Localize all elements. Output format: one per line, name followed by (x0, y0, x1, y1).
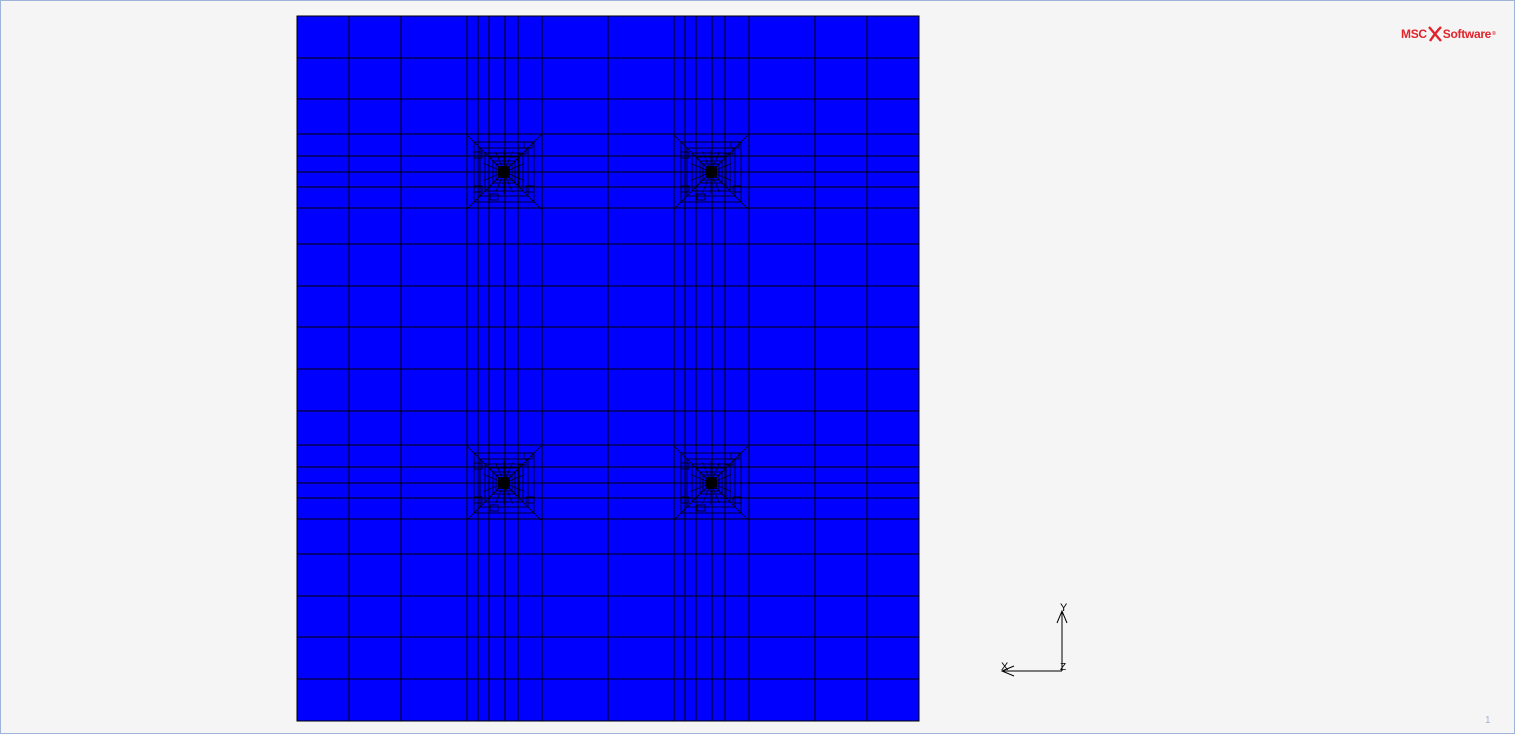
axis-triad: Y X Z (1000, 602, 1068, 677)
msc-software-logo: MSC Software ® (1401, 21, 1496, 47)
z-axis-label: Z (1060, 662, 1066, 673)
finite-element-mesh[interactable] (296, 15, 920, 722)
x-axis-label: X (1001, 661, 1009, 673)
graphics-viewport[interactable]: MSC Software ® Y X Z 1 (0, 0, 1515, 734)
logo-brand-left: MSC (1401, 27, 1427, 41)
logo-x-mark-icon (1427, 26, 1442, 42)
mesh-element-edge (498, 166, 510, 178)
logo-brand-right: Software (1442, 27, 1492, 41)
mesh-element-edge (705, 477, 717, 489)
y-axis-label: Y (1060, 602, 1068, 614)
mesh-element-edge (498, 477, 510, 489)
mesh-element-edge (705, 166, 717, 178)
page-number: 1 (1485, 715, 1491, 726)
logo-registered-mark: ® (1492, 31, 1496, 37)
